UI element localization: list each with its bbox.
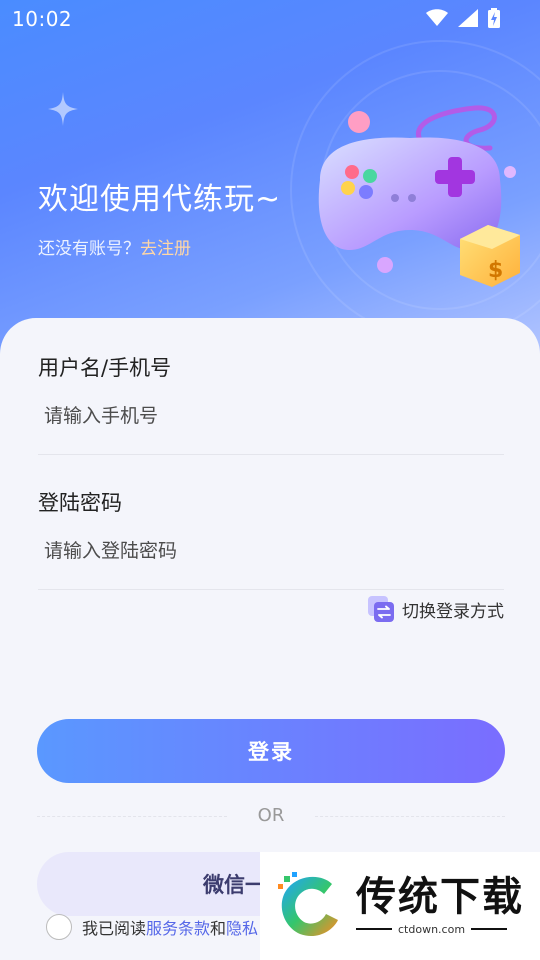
agreement-and: 和 (210, 919, 227, 938)
watermark-logo-icon (278, 872, 338, 937)
agreement-text: 我已阅读服务条款和隐私 (82, 915, 258, 939)
username-input[interactable] (38, 392, 504, 440)
no-account-text: 还没有账号？ (38, 239, 140, 259)
watermark-url: ctdown.com (398, 922, 466, 936)
status-time: 10:02 (12, 7, 73, 31)
welcome-title: 欢迎使用代练玩~ (38, 182, 282, 217)
sparkle-icon (48, 92, 78, 126)
hero-banner: 欢迎使用代练玩~ 还没有账号？去注册 $ (0, 0, 540, 360)
privacy-link[interactable]: 隐私 (226, 919, 258, 938)
watermark-text-block: 传统下载 ctdown.com (356, 877, 524, 936)
agreement-prefix: 我已阅读 (82, 919, 147, 938)
switch-login-method-label: 切换登录方式 (402, 601, 504, 622)
battery-charging-icon (488, 8, 500, 28)
wifi-icon (426, 9, 448, 26)
status-bar: 10:02 (0, 0, 540, 36)
gamepad-illustration-icon: $ (318, 105, 520, 287)
terms-link[interactable]: 服务条款 (146, 919, 210, 938)
divider-right (315, 816, 505, 817)
watermark-url-row: ctdown.com (356, 922, 508, 936)
password-input[interactable] (38, 527, 504, 575)
password-label: 登陆密码 (38, 491, 122, 515)
watermark-title: 传统下载 (356, 873, 524, 920)
svg-text:$: $ (488, 258, 503, 283)
or-separator: OR (37, 802, 505, 830)
password-divider (38, 589, 504, 590)
register-link[interactable]: 去注册 (140, 239, 191, 259)
signal-icon (458, 9, 478, 27)
watermark-logo: 传统下载 ctdown.com (260, 852, 540, 960)
swap-icon (368, 596, 394, 622)
username-label: 用户名/手机号 (38, 356, 172, 380)
watermark-bar (471, 928, 508, 930)
login-button[interactable]: 登录 (37, 719, 505, 783)
status-icons (426, 8, 500, 28)
agreement-checkbox[interactable] (46, 914, 72, 940)
switch-login-method-button[interactable]: 切换登录方式 (368, 596, 504, 622)
agreement-row: 我已阅读服务条款和隐私 (46, 914, 258, 940)
watermark-bar (356, 928, 392, 930)
register-prompt: 还没有账号？去注册 (38, 234, 191, 259)
username-divider (38, 454, 504, 455)
